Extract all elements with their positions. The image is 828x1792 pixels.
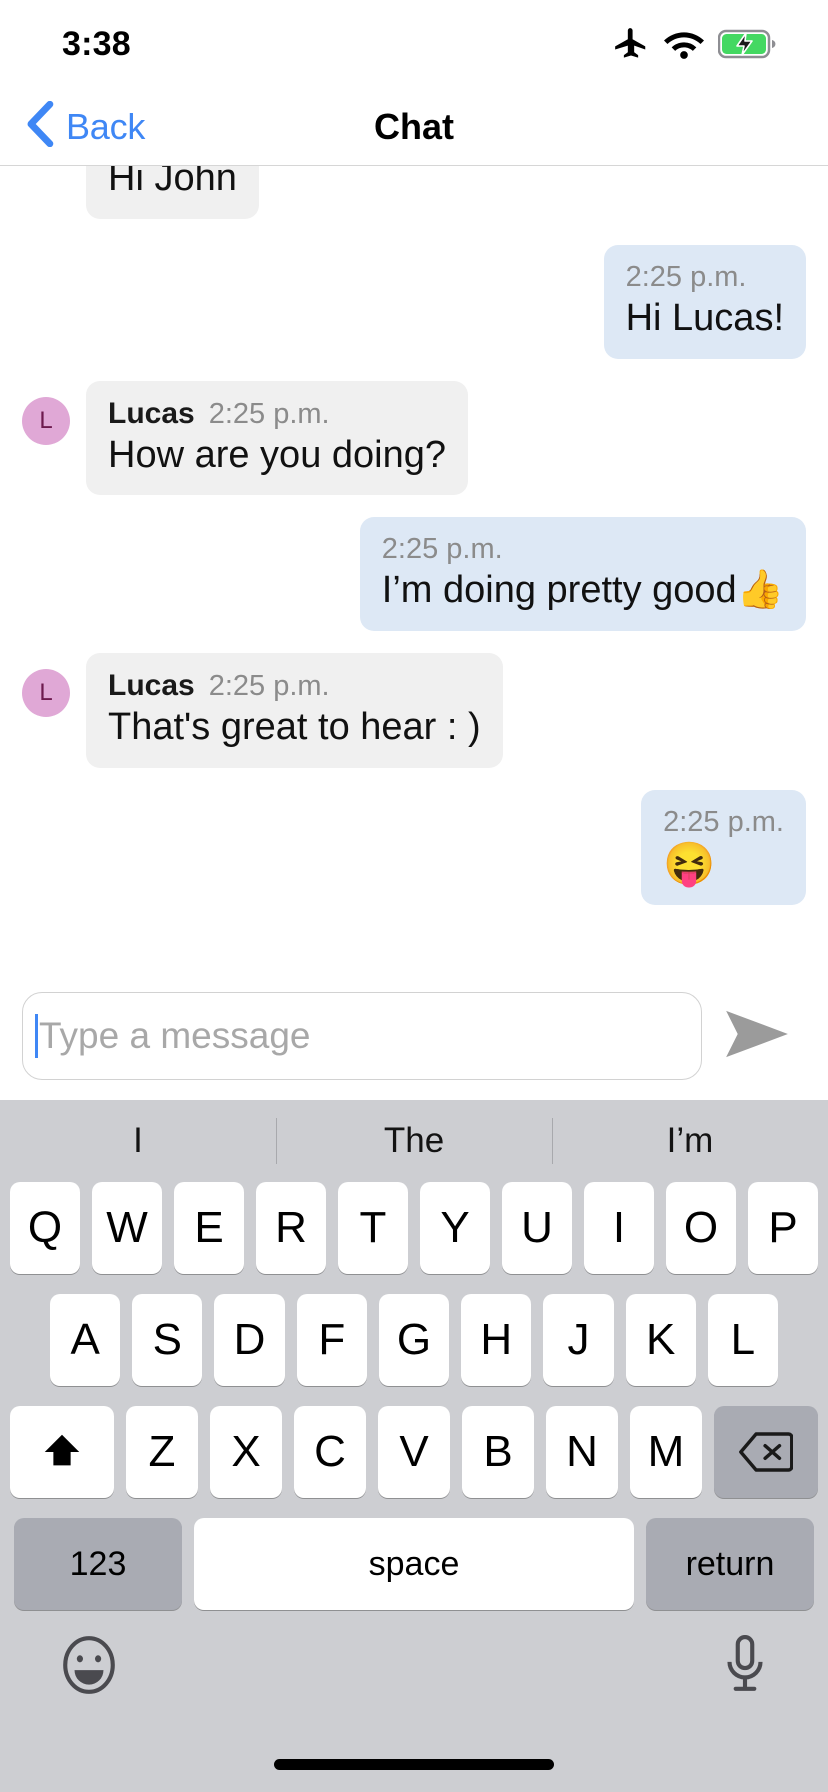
message-meta: 2:25 p.m. [626, 261, 784, 294]
message-bubble[interactable]: Lucas 2:25 p.m. How are you doing? [86, 380, 468, 496]
wifi-icon [664, 29, 704, 59]
shift-key[interactable] [10, 1406, 114, 1498]
message-row: Hi John [22, 166, 806, 219]
key-x[interactable]: X [210, 1406, 282, 1498]
key-s[interactable]: S [132, 1294, 203, 1386]
avatar[interactable]: L [22, 669, 70, 718]
key-e[interactable]: E [174, 1182, 244, 1274]
onscreen-keyboard: I The I’m QWERTYUIOP ASDFGHJKL ZXCVBNM 123… [0, 1100, 828, 1792]
key-j[interactable]: J [543, 1294, 614, 1386]
chat-app-screen: 3:38 Back Chat Hi John 2:25 p.m. Hi Luca… [0, 0, 828, 1792]
airplane-mode-icon [612, 25, 650, 63]
key-w[interactable]: W [92, 1182, 162, 1274]
battery-charging-icon [718, 29, 776, 59]
message-bubble[interactable]: Hi John [86, 166, 259, 219]
message-timestamp: 2:25 p.m. [663, 806, 784, 839]
back-button-label: Back [66, 105, 146, 147]
message-meta: 2:25 p.m. [382, 533, 784, 566]
keyboard-bottom-bar [0, 1610, 828, 1792]
key-b[interactable]: B [462, 1406, 534, 1498]
key-q[interactable]: Q [10, 1182, 80, 1274]
key-v[interactable]: V [378, 1406, 450, 1498]
message-text: How are you doing? [108, 433, 446, 476]
key-f[interactable]: F [296, 1294, 367, 1386]
message-row: 2:25 p.m. I’m doing pretty good👍 [22, 517, 806, 632]
message-bubble[interactable]: 2:25 p.m. I’m doing pretty good👍 [359, 517, 806, 632]
home-indicator [274, 1759, 554, 1770]
navigation-bar: Back Chat [0, 88, 828, 166]
message-text: Hi John [108, 166, 237, 199]
status-bar-icons [612, 25, 776, 63]
message-list[interactable]: Hi John 2:25 p.m. Hi Lucas! L Lucas 2:25 p.m.… [0, 166, 828, 972]
key-l[interactable]: L [707, 1294, 778, 1386]
send-button[interactable] [702, 1007, 812, 1066]
message-sender: Lucas [108, 396, 195, 430]
key-o[interactable]: O [666, 1182, 736, 1274]
message-timestamp: 2:25 p.m. [208, 397, 330, 430]
autocorrect-suggestion-bar: I The I’m [0, 1100, 828, 1182]
message-timestamp: 2:25 p.m. [208, 670, 330, 703]
message-timestamp: 2:25 p.m. [625, 260, 747, 293]
message-text: 😝 [663, 840, 716, 888]
message-row: 2:25 p.m. 😝 [22, 790, 806, 906]
message-text: That's great to hear : ) [108, 706, 481, 749]
suggestion-1[interactable]: I [0, 1121, 276, 1161]
message-meta: Lucas 2:25 p.m. [108, 669, 481, 703]
message-input-placeholder: Type a message [39, 1015, 311, 1056]
keyboard-row-2: ASDFGHJKL [0, 1294, 828, 1386]
backspace-key[interactable] [714, 1406, 818, 1498]
key-u[interactable]: U [502, 1182, 572, 1274]
key-t[interactable]: T [338, 1182, 408, 1274]
space-key[interactable]: space [194, 1518, 634, 1610]
key-d[interactable]: D [214, 1294, 285, 1386]
message-text: Hi Lucas! [625, 296, 784, 339]
message-row: L Lucas 2:25 p.m. That's great to hear : ) [22, 653, 806, 769]
suggestion-3[interactable]: I’m [552, 1121, 828, 1161]
return-key[interactable]: return [646, 1518, 814, 1610]
text-caret [35, 1014, 38, 1058]
key-z[interactable]: Z [126, 1406, 198, 1498]
message-meta: 2:25 p.m. [663, 806, 784, 839]
key-m[interactable]: M [630, 1406, 702, 1498]
key-y[interactable]: Y [420, 1182, 490, 1274]
message-timestamp: 2:25 p.m. [381, 533, 503, 566]
key-k[interactable]: K [625, 1294, 696, 1386]
avatar[interactable]: L [22, 396, 70, 445]
message-meta: Lucas 2:25 p.m. [108, 397, 446, 431]
keyboard-row-3: ZXCVBNM [0, 1406, 828, 1498]
key-i[interactable]: I [584, 1182, 654, 1274]
status-bar-time: 3:38 [62, 24, 131, 63]
status-bar: 3:38 [0, 0, 828, 88]
message-text: I’m doing pretty good👍 [381, 569, 784, 612]
message-input[interactable]: Type a message [22, 992, 702, 1080]
key-r[interactable]: R [256, 1182, 326, 1274]
key-n[interactable]: N [546, 1406, 618, 1498]
message-input-bar: Type a message [0, 972, 828, 1100]
key-p[interactable]: P [748, 1182, 818, 1274]
key-c[interactable]: C [294, 1406, 366, 1498]
key-g[interactable]: G [378, 1294, 450, 1386]
message-bubble[interactable]: 2:25 p.m. 😝 [641, 790, 806, 906]
message-bubble[interactable]: Lucas 2:25 p.m. That's great to hear : ) [86, 653, 503, 769]
back-button[interactable]: Back [0, 100, 146, 152]
keyboard-row-1: QWERTYUIOP [0, 1182, 828, 1274]
key-a[interactable]: A [50, 1294, 121, 1386]
send-arrow-icon [722, 1007, 792, 1066]
message-sender: Lucas [108, 669, 195, 703]
suggestion-2[interactable]: The [276, 1121, 552, 1161]
message-row: 2:25 p.m. Hi Lucas! [22, 244, 806, 359]
microphone-icon[interactable] [720, 1634, 770, 1701]
numeric-key[interactable]: 123 [14, 1518, 182, 1610]
message-row: L Lucas 2:25 p.m. How are you doing? [22, 380, 806, 496]
message-bubble[interactable]: 2:25 p.m. Hi Lucas! [603, 244, 806, 359]
keyboard-row-4: 123 space return [0, 1518, 828, 1610]
key-h[interactable]: H [461, 1294, 532, 1386]
chevron-left-icon [24, 100, 56, 152]
emoji-smiley-icon[interactable] [58, 1634, 120, 1701]
